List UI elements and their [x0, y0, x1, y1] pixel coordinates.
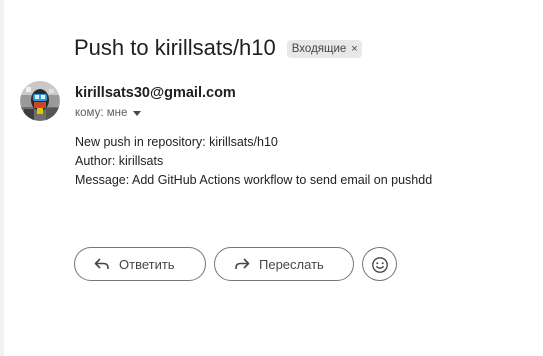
email-view: Push to kirillsats/h10 Входящие × kirill…	[0, 0, 543, 356]
sender-avatar[interactable]	[20, 81, 60, 121]
avatar-image	[20, 81, 60, 121]
forward-button[interactable]: Переслать	[214, 247, 354, 281]
side-panel-edge	[0, 0, 4, 356]
reply-icon	[93, 255, 111, 273]
label-remove-icon[interactable]: ×	[351, 41, 357, 57]
email-body: New push in repository: kirillsats/h10 A…	[75, 133, 432, 190]
recipient-details-toggle[interactable]: кому: мне	[75, 107, 142, 119]
body-line: Message: Add GitHub Actions workflow to …	[75, 173, 433, 187]
inbox-label-text: Входящие	[291, 43, 347, 55]
emoji-reaction-button[interactable]	[362, 247, 397, 281]
body-line: New push in repository: kirillsats/h10	[75, 135, 278, 149]
sender-email: kirillsats30@gmail.com	[75, 85, 236, 101]
forward-icon	[233, 255, 251, 273]
body-line: Author: kirillsats	[75, 154, 164, 168]
subject-row: Push to kirillsats/h10 Входящие ×	[74, 34, 362, 62]
smiley-icon	[371, 255, 389, 273]
email-subject: Push to kirillsats/h10	[74, 35, 276, 60]
chevron-down-icon[interactable]	[133, 110, 142, 116]
reply-button-label: Ответить	[119, 256, 175, 272]
forward-button-label: Переслать	[259, 256, 324, 272]
inbox-label-chip[interactable]: Входящие ×	[286, 40, 362, 58]
reply-button[interactable]: Ответить	[74, 247, 206, 281]
recipient-text: кому: мне	[75, 107, 128, 119]
